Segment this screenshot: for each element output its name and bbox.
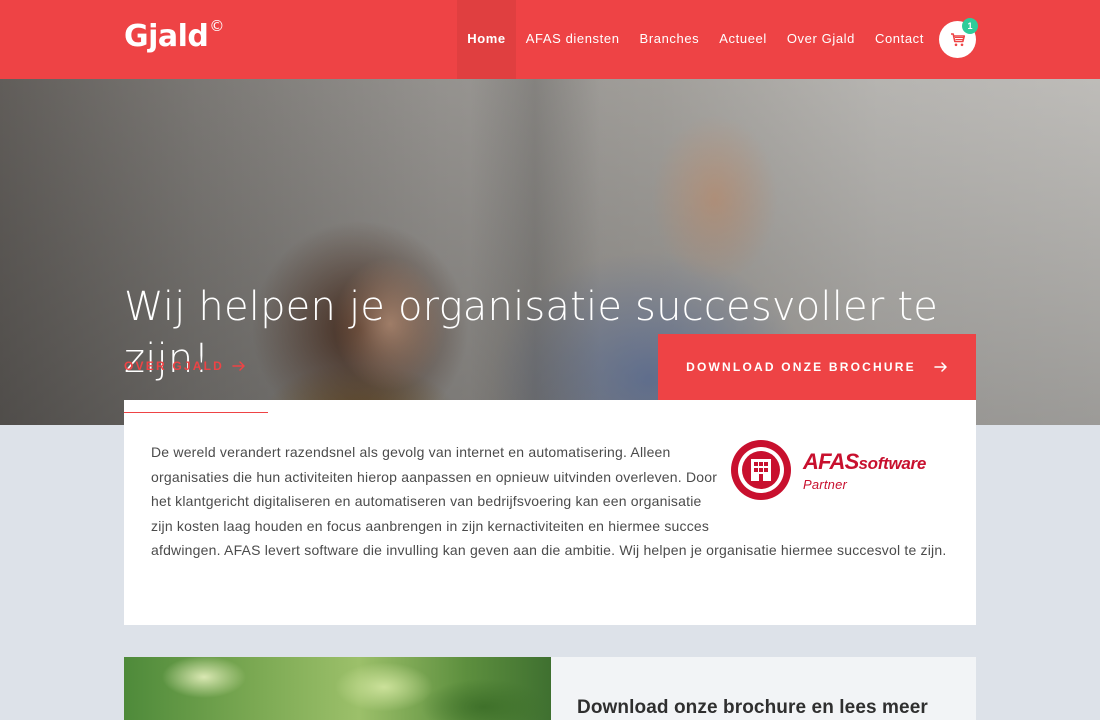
nav-item-afas-diensten[interactable]: AFAS diensten bbox=[516, 0, 630, 79]
over-gjald-label: OVER GJALD bbox=[124, 359, 225, 373]
hero-divider bbox=[124, 412, 268, 413]
logo-copyright-mark: © bbox=[209, 17, 224, 35]
arrow-right-icon bbox=[934, 362, 947, 372]
intro-content: AFASsoftware Partner De wereld verandert… bbox=[151, 440, 951, 563]
arrow-right-icon bbox=[232, 361, 245, 371]
site-header: Gjald© Home AFAS diensten Branches Actue… bbox=[0, 0, 1100, 79]
download-brochure-label: DOWNLOAD ONZE BROCHURE bbox=[686, 360, 916, 374]
logo-text: Gjald bbox=[124, 19, 209, 54]
shopping-cart-icon bbox=[950, 32, 965, 46]
main-nav: Home AFAS diensten Branches Actueel Over… bbox=[457, 0, 934, 79]
afas-partner-logo[interactable]: AFASsoftware Partner bbox=[731, 440, 951, 536]
nav-item-actueel[interactable]: Actueel bbox=[709, 0, 777, 79]
afas-building-icon bbox=[731, 440, 791, 500]
download-brochure-button[interactable]: DOWNLOAD ONZE BROCHURE bbox=[658, 334, 976, 400]
intro-card: AFASsoftware Partner De wereld verandert… bbox=[124, 400, 976, 625]
gjald-logo[interactable]: Gjald© bbox=[124, 17, 224, 54]
over-gjald-link[interactable]: OVER GJALD bbox=[124, 359, 246, 373]
afas-partner-label: Partner bbox=[803, 477, 848, 492]
nav-item-home[interactable]: Home bbox=[457, 0, 516, 79]
nav-item-branches[interactable]: Branches bbox=[630, 0, 710, 79]
cart-button[interactable]: 1 bbox=[939, 18, 978, 58]
brochure-heading: Download onze brochure en lees meer bbox=[577, 697, 928, 718]
brochure-photo bbox=[124, 657, 551, 720]
nav-item-over-gjald[interactable]: Over Gjald bbox=[777, 0, 865, 79]
cart-count-badge: 1 bbox=[962, 18, 978, 34]
brochure-panel: Download onze brochure en lees meer bbox=[551, 657, 976, 720]
nav-item-contact[interactable]: Contact bbox=[865, 0, 934, 79]
